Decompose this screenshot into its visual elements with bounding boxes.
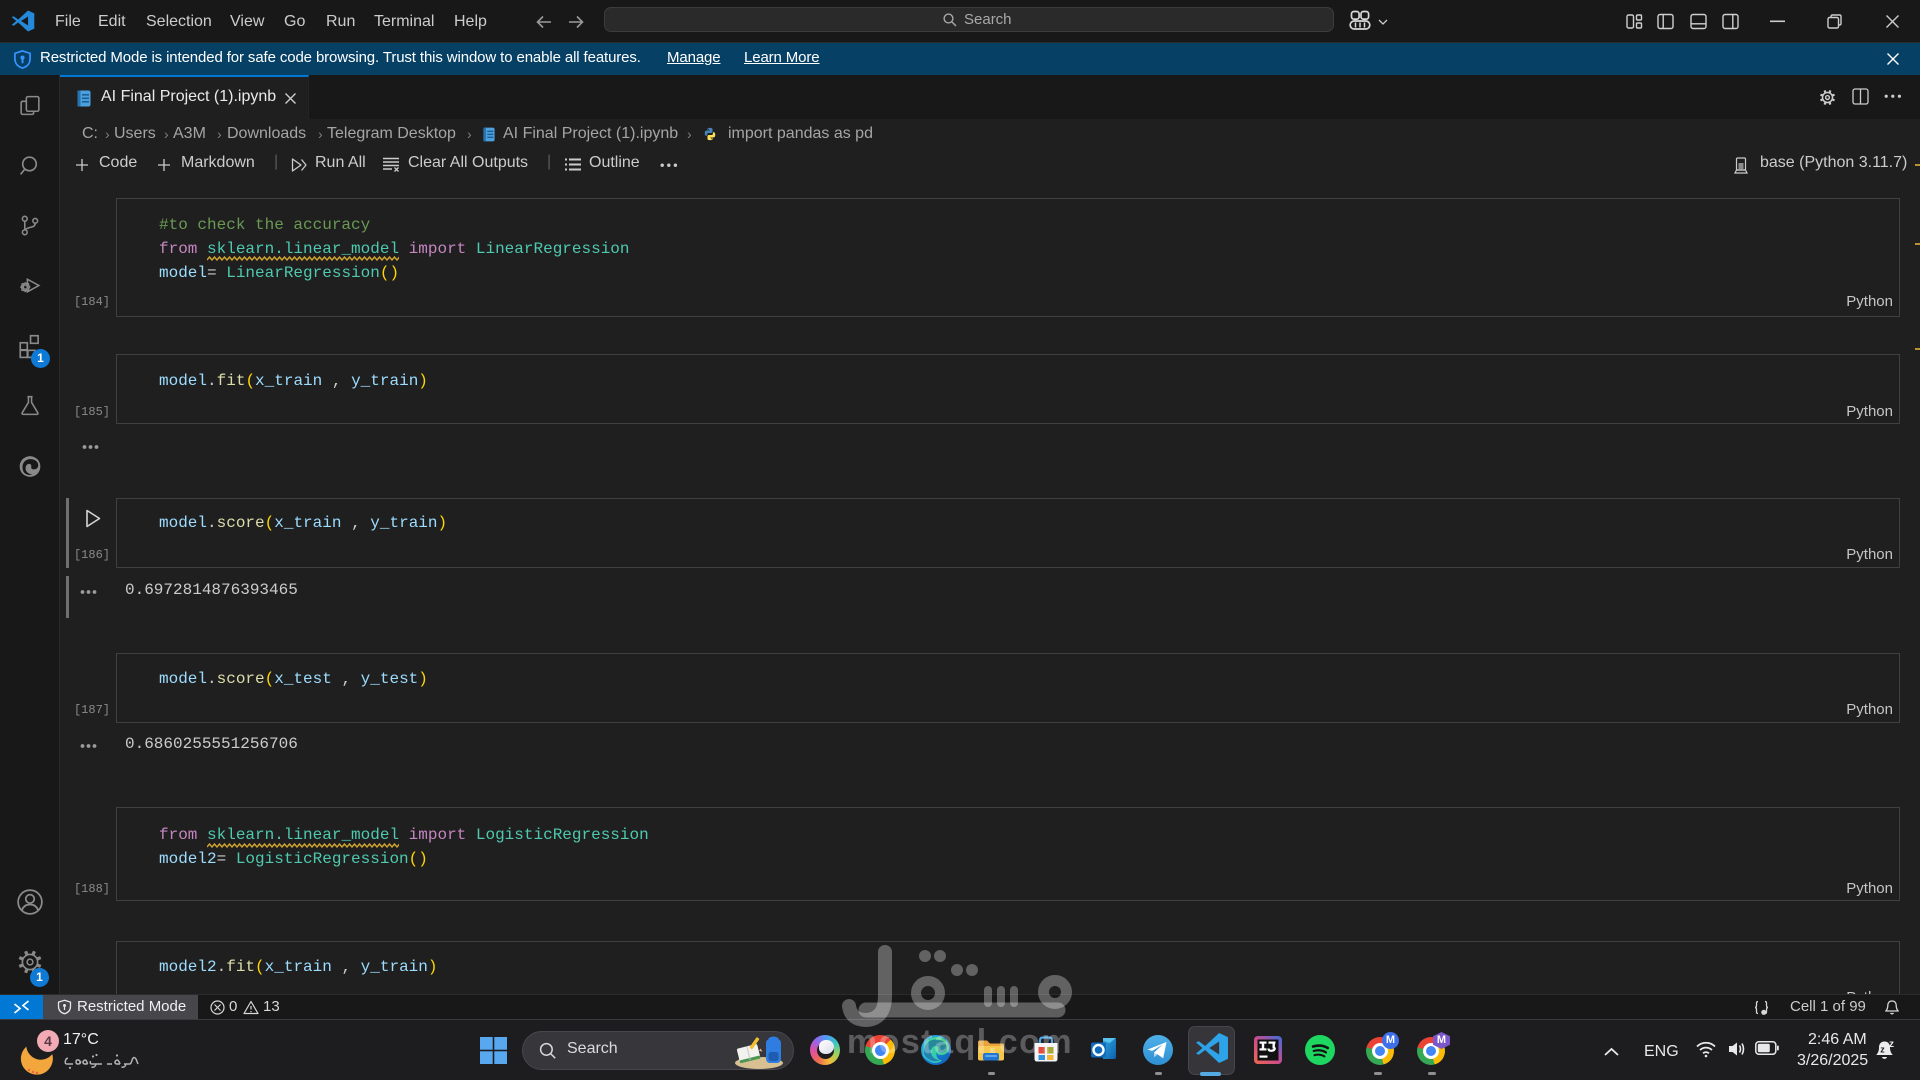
svg-text:z: z: [1889, 1039, 1894, 1050]
svg-text:z: z: [1880, 1045, 1885, 1055]
